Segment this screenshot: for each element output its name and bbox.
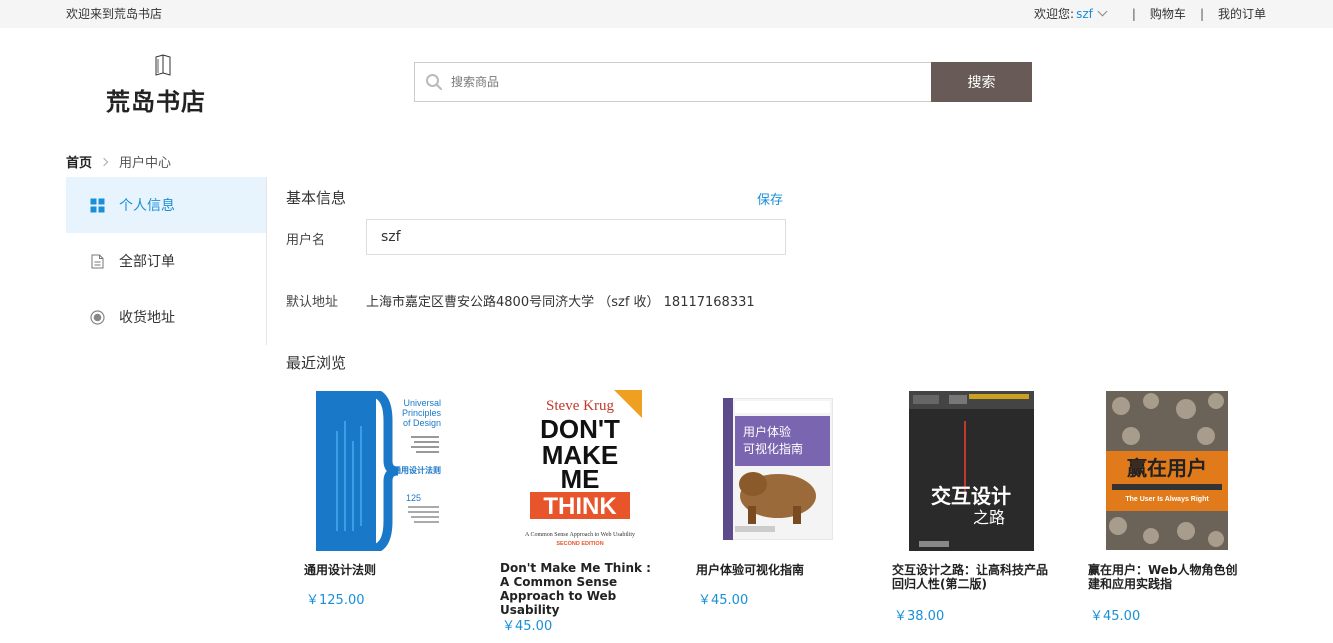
book-title[interactable]: 通用设计法则 (304, 563, 464, 577)
svg-text:之路: 之路 (973, 508, 1005, 527)
sidebar-item-label: 收货地址 (119, 310, 175, 326)
breadcrumb-current: 用户中心 (119, 156, 172, 171)
sidebar-item-label: 全部订单 (119, 254, 175, 270)
svg-text:Universal: Universal (403, 398, 441, 408)
book-title[interactable]: Don't Make Me Think : A Common Sense App… (500, 561, 660, 617)
book-price: ￥45.00 (502, 619, 553, 634)
chevron-right-icon (99, 157, 109, 166)
svg-text:The User Is Always Right: The User Is Always Right (1125, 496, 1209, 503)
book-title[interactable]: 赢在用户：Web人物角色创建和应用实践指 (1088, 563, 1248, 591)
book-cover-image[interactable]: Steve Krug DON'T MAKE ME THINK A Common … (518, 390, 642, 548)
svg-text:赢在用户: 赢在用户 (1127, 456, 1207, 480)
divider: | (1131, 6, 1136, 21)
welcome-text: 欢迎来到荒岛书店 (66, 7, 163, 21)
sidebar-item-label: 个人信息 (119, 198, 175, 214)
book-cover-image[interactable]: 用户体验 可视化指南 (723, 398, 833, 540)
svg-text:125: 125 (406, 493, 421, 503)
default-address: 上海市嘉定区曹安公路4800号同济大学 （szf 收） 18117168331 (366, 295, 755, 310)
top-bar: 欢迎来到荒岛书店 欢迎您: szf | 购物车 | 我的订单 (0, 0, 1333, 28)
book-cover-image[interactable]: 赢在用户 The User Is Always Right (1106, 391, 1228, 550)
svg-text:交互设计: 交互设计 (931, 484, 1011, 508)
greeting-text: 欢迎您: (1034, 7, 1075, 21)
book-price: ￥38.00 (894, 609, 945, 624)
search-icon (426, 74, 443, 91)
my-orders-link[interactable]: 我的订单 (1218, 5, 1266, 22)
book-cover-image[interactable]: Universal Principles of Design 通用设计法则 12… (316, 391, 443, 551)
grid-icon (90, 198, 105, 212)
svg-text:THINK: THINK (543, 493, 617, 520)
book-title[interactable]: 用户体验可视化指南 (696, 563, 856, 577)
svg-text:of Design: of Design (403, 418, 441, 428)
location-icon (90, 309, 105, 325)
search-input[interactable] (451, 71, 921, 93)
svg-text:ME: ME (561, 464, 600, 494)
svg-text:通用设计法则: 通用设计法则 (393, 465, 441, 475)
username-link[interactable]: szf (1076, 7, 1093, 21)
book-cover-image[interactable]: 交互设计 之路 (909, 391, 1034, 551)
top-bar-right: 欢迎您: szf | 购物车 | 我的订单 (1034, 5, 1266, 22)
save-button[interactable]: 保存 (757, 189, 783, 208)
svg-text:Principles: Principles (402, 408, 442, 418)
svg-text:可视化指南: 可视化指南 (743, 441, 803, 456)
sidebar: 个人信息 全部订单 收货地址 (66, 177, 267, 345)
svg-text:用户体验: 用户体验 (743, 424, 791, 439)
username-label: 用户名 (286, 233, 326, 248)
search-button[interactable]: 搜索 (931, 62, 1032, 102)
search-bar: 搜索 (414, 62, 1032, 102)
divider: | (1199, 6, 1204, 21)
book-logo-icon (155, 54, 171, 76)
book-price: ￥45.00 (698, 593, 749, 608)
username-field[interactable] (366, 219, 786, 255)
basic-info-title: 基本信息 (286, 189, 347, 207)
document-icon (91, 254, 104, 268)
svg-text:Steve Krug: Steve Krug (546, 398, 614, 414)
svg-text:SECOND EDITION: SECOND EDITION (556, 541, 603, 547)
sidebar-item-orders[interactable]: 全部订单 (66, 233, 266, 289)
svg-text:A Common Sense Approach to Web: A Common Sense Approach to Web Usability (525, 532, 635, 538)
store-name: 荒岛书店 (106, 87, 206, 116)
recent-title: 最近浏览 (286, 354, 347, 372)
chevron-down-icon[interactable] (1097, 6, 1108, 17)
address-label: 默认地址 (286, 295, 339, 310)
breadcrumb-home[interactable]: 首页 (66, 152, 92, 171)
cart-link[interactable]: 购物车 (1150, 5, 1186, 22)
breadcrumb: 首页 用户中心 (66, 152, 171, 171)
sidebar-item-address[interactable]: 收货地址 (66, 289, 266, 345)
book-price: ￥45.00 (1090, 609, 1141, 624)
logo[interactable]: 荒岛书店 (106, 52, 218, 116)
book-price: ￥125.00 (306, 593, 365, 608)
sidebar-item-profile[interactable]: 个人信息 (66, 177, 266, 233)
book-title[interactable]: 交互设计之路：让高科技产品回归人性(第二版) (892, 563, 1052, 591)
